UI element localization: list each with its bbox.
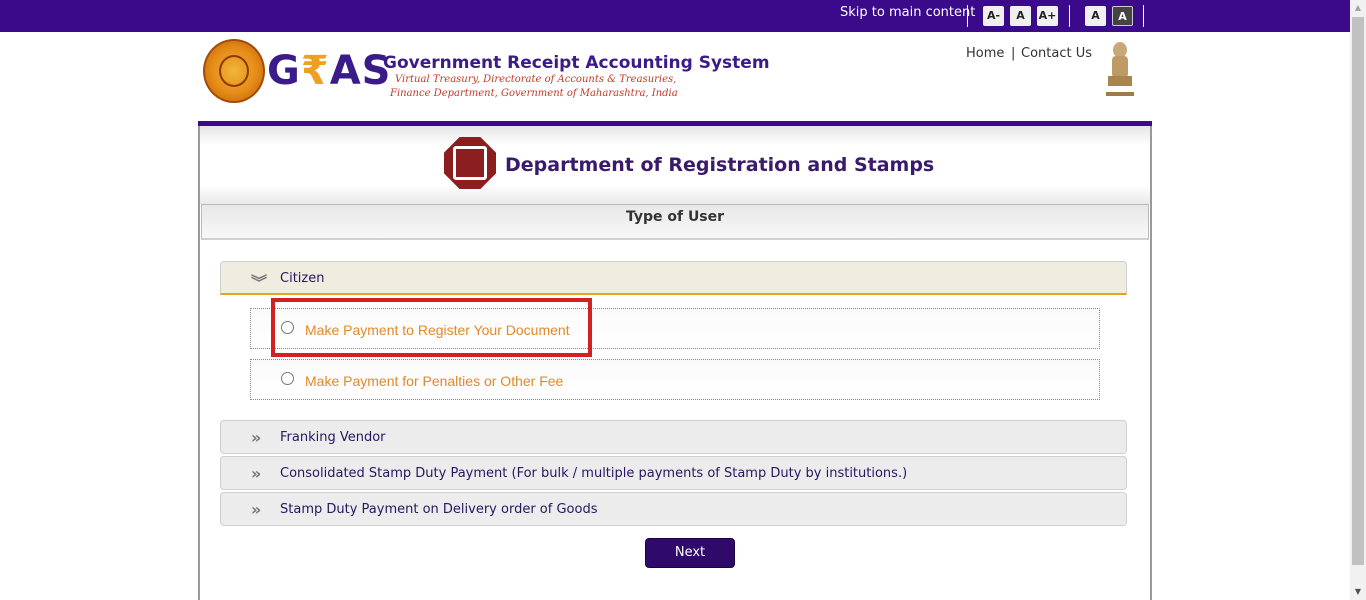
option-label[interactable]: Make Payment for Penalties or Other Fee	[305, 373, 563, 389]
contact-us-link[interactable]: Contact Us	[1021, 46, 1092, 61]
double-chevron-right-icon: »	[251, 428, 262, 447]
site-subtitle-line-2: Finance Department, Government of Mahara…	[390, 88, 678, 99]
divider	[967, 5, 968, 27]
accordion-label: Franking Vendor	[280, 430, 386, 445]
divider	[1143, 5, 1144, 27]
department-title: Department of Registration and Stamps	[505, 154, 935, 176]
accordion-label: Consolidated Stamp Duty Payment (For bul…	[280, 466, 908, 481]
accordion-label: Citizen	[280, 271, 325, 286]
maharashtra-seal-logo	[203, 39, 265, 103]
skip-to-main-link[interactable]: Skip to main content	[840, 5, 975, 20]
contrast-high-button[interactable]: A	[1112, 6, 1133, 26]
highlight-box	[271, 298, 592, 357]
site-subtitle-line-1: Virtual Treasury, Directorate of Account…	[395, 74, 677, 85]
accordion-franking-vendor[interactable]: » Franking Vendor	[220, 420, 1127, 454]
accordion-citizen[interactable]: ︾ Citizen	[220, 261, 1127, 295]
contrast-normal-button[interactable]: A	[1085, 6, 1106, 26]
top-bar: Skip to main content A- A A+ A A	[0, 0, 1350, 32]
accordion-delivery-order[interactable]: » Stamp Duty Payment on Delivery order o…	[220, 492, 1127, 526]
radio-penalties-fee[interactable]	[281, 372, 294, 385]
scroll-up-arrow-icon[interactable]: ▲	[1350, 0, 1366, 16]
font-decrease-button[interactable]: A-	[983, 6, 1004, 26]
double-chevron-right-icon: »	[251, 464, 262, 483]
link-separator: |	[1011, 46, 1016, 61]
gras-logo-text: G₹AS	[267, 48, 392, 94]
home-link[interactable]: Home	[966, 46, 1004, 61]
option-penalties-fee[interactable]: Make Payment for Penalties or Other Fee	[250, 359, 1100, 400]
divider	[1069, 5, 1070, 27]
double-chevron-right-icon: »	[251, 500, 262, 519]
national-emblem-icon	[1106, 42, 1134, 96]
accordion-consolidated-stamp-duty[interactable]: » Consolidated Stamp Duty Payment (For b…	[220, 456, 1127, 490]
accordion-label: Stamp Duty Payment on Delivery order of …	[280, 502, 598, 517]
scroll-down-arrow-icon[interactable]: ▼	[1350, 584, 1366, 600]
font-increase-button[interactable]: A+	[1037, 6, 1058, 26]
site-title: Government Receipt Accounting System	[383, 53, 770, 73]
double-chevron-down-icon: ︾	[251, 273, 268, 292]
type-of-user-heading: Type of User	[625, 209, 725, 225]
scrollbar-thumb[interactable]	[1352, 17, 1364, 565]
font-normal-button[interactable]: A	[1010, 6, 1031, 26]
next-button[interactable]: Next	[645, 538, 735, 568]
